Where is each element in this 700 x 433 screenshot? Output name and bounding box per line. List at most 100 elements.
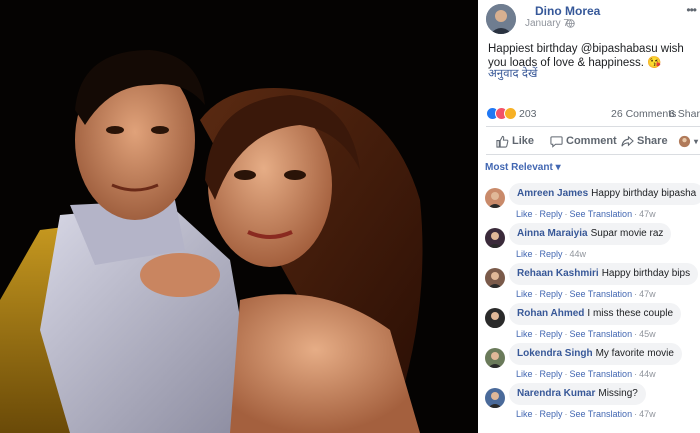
comment-time[interactable]: 47w: [639, 209, 656, 219]
commenter-avatar[interactable]: [485, 188, 505, 208]
separator-dot: ·: [564, 329, 568, 339]
commenter-name[interactable]: Rohan Ahmed: [517, 308, 584, 319]
comment-time[interactable]: 47w: [639, 409, 656, 419]
comment-like-link[interactable]: Like: [516, 369, 533, 379]
separator-dot: ·: [564, 209, 568, 219]
post-photo[interactable]: [0, 0, 478, 433]
commenter-avatar[interactable]: [485, 268, 505, 288]
comment-time[interactable]: 45w: [639, 329, 656, 339]
comment-item: Rohan Ahmed I miss these couple Like · Reply…: [478, 303, 700, 348]
comment-reply-link[interactable]: Reply: [540, 289, 563, 299]
comment-item: Rehaan Kashmiri Happy birthday bips Like · R…: [478, 263, 700, 308]
commenter-avatar[interactable]: [485, 348, 505, 368]
comment-text: Happy birthday bips: [601, 268, 691, 279]
comment-bubble: Rehaan Kashmiri Happy birthday bips: [509, 263, 699, 285]
separator-dot: ·: [534, 329, 538, 339]
post-actions: Like Comment Share ▾: [478, 131, 700, 151]
comment-button[interactable]: Comment: [550, 133, 617, 149]
see-translation-link[interactable]: अनुवाद देखें: [488, 66, 537, 81]
comment-reply-link[interactable]: Reply: [540, 249, 563, 259]
comment-sort-dropdown[interactable]: Most Relevant ▾: [485, 162, 561, 173]
separator-dot: ·: [564, 409, 568, 419]
separator-dot: ·: [564, 289, 568, 299]
author-name[interactable]: Dino Morea: [535, 4, 600, 18]
separator-dot: ·: [634, 409, 638, 419]
share-icon: [621, 135, 634, 146]
comment-item: Lokendra Singh My favorite movie Like · Repl…: [478, 343, 700, 388]
author-avatar[interactable]: [486, 4, 516, 34]
comment-like-link[interactable]: Like: [516, 329, 533, 339]
separator-dot: ·: [534, 369, 538, 379]
divider: [486, 126, 700, 127]
comment-bubble: Lokendra Singh My favorite movie: [509, 343, 682, 365]
comments-count[interactable]: 26 Comments: [611, 108, 676, 120]
commenter-name[interactable]: Lokendra Singh: [517, 348, 593, 359]
comment-text: Missing?: [598, 388, 638, 399]
comment-see-translation-link[interactable]: See Translation: [570, 409, 633, 419]
comment-reply-link[interactable]: Reply: [540, 369, 563, 379]
comment-like-link[interactable]: Like: [516, 409, 533, 419]
comment-see-translation-link[interactable]: See Translation: [570, 209, 633, 219]
separator-dot: ·: [634, 329, 638, 339]
comment-item: Narendra Kumar Missing? Like · Reply · See Tra…: [478, 383, 700, 428]
audience-selector[interactable]: ▾: [678, 133, 698, 149]
chevron-down-icon: ▾: [694, 136, 699, 146]
comment-meta: Like · Reply · See Translation · 47w: [516, 289, 656, 299]
comment-item: Ainna Maraiyia Supar movie raz Like · Reply ·…: [478, 223, 700, 268]
more-options-icon[interactable]: •••: [686, 3, 697, 17]
comment-text: Happy birthday bipasha: [591, 188, 697, 199]
shares-count[interactable]: 6 Shares: [669, 108, 700, 120]
profile-avatar-icon: [678, 135, 691, 147]
thumbs-up-icon: [496, 135, 509, 148]
post-header: Dino Morea January 7 · •••: [478, 0, 700, 40]
comment-icon: [550, 135, 563, 148]
comment-item: Amreen James Happy birthday bipasha Like · R…: [478, 183, 700, 228]
comment-button-label: Comment: [566, 135, 617, 147]
comment-like-link[interactable]: Like: [516, 209, 533, 219]
comment-bubble: Narendra Kumar Missing?: [509, 383, 646, 405]
separator-dot: ·: [534, 209, 538, 219]
comment-see-translation-link[interactable]: See Translation: [570, 329, 633, 339]
separator-dot: ·: [564, 249, 568, 259]
commenter-name[interactable]: Narendra Kumar: [517, 388, 595, 399]
comment-reply-link[interactable]: Reply: [540, 209, 563, 219]
separator-dot: ·: [564, 369, 568, 379]
commenter-avatar[interactable]: [485, 308, 505, 328]
comment-reply-link[interactable]: Reply: [540, 329, 563, 339]
divider: [486, 154, 700, 155]
comment-reply-link[interactable]: Reply: [540, 409, 563, 419]
comment-meta: Like · Reply · See Translation · 44w: [516, 369, 656, 379]
separator-dot: ·: [534, 249, 538, 259]
comment-meta: Like · Reply · See Translation · 47w: [516, 409, 656, 419]
comment-like-link[interactable]: Like: [516, 249, 533, 259]
comment-see-translation-link[interactable]: See Translation: [570, 369, 633, 379]
commenter-name[interactable]: Rehaan Kashmiri: [517, 268, 599, 279]
separator-dot: ·: [634, 289, 638, 299]
comment-time[interactable]: 44w: [639, 369, 656, 379]
like-button-label: Like: [512, 135, 535, 147]
wow-reaction-icon[interactable]: [504, 107, 517, 120]
share-button-label: Share: [637, 135, 668, 147]
share-button[interactable]: Share: [621, 133, 668, 149]
comment-time[interactable]: 44w: [570, 249, 587, 259]
separator-dot: ·: [634, 369, 638, 379]
comment-see-translation-link[interactable]: See Translation: [570, 289, 633, 299]
commenter-name[interactable]: Ainna Maraiyia: [517, 228, 588, 239]
reaction-count[interactable]: 203: [519, 108, 537, 120]
commenter-name[interactable]: Amreen James: [517, 188, 588, 199]
comment-text: My favorite movie: [595, 348, 674, 359]
commenter-avatar[interactable]: [485, 388, 505, 408]
separator-dot: ·: [634, 209, 638, 219]
separator-dot: ·: [534, 409, 538, 419]
photo-illustration: [0, 0, 478, 433]
separator-dot: ·: [534, 289, 538, 299]
commenter-avatar[interactable]: [485, 228, 505, 248]
like-button[interactable]: Like: [496, 133, 534, 149]
comment-text: Supar movie raz: [590, 228, 664, 239]
comment-bubble: Rohan Ahmed I miss these couple: [509, 303, 682, 325]
comment-meta: Like · Reply · 44w: [516, 249, 586, 259]
comment-time[interactable]: 47w: [639, 289, 656, 299]
globe-icon: [566, 19, 575, 28]
comment-bubble: Ainna Maraiyia Supar movie raz: [509, 223, 672, 245]
comment-like-link[interactable]: Like: [516, 289, 533, 299]
